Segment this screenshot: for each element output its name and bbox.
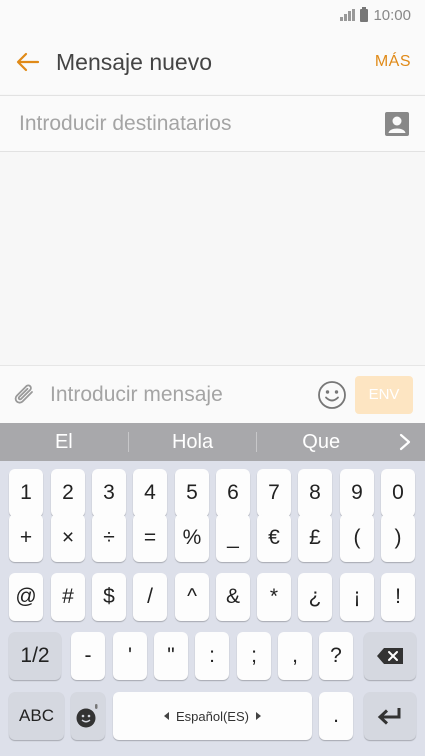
app-bar: Mensaje nuevo MÁS [0, 30, 425, 94]
emoji-mic-icon [76, 704, 98, 728]
backspace-key[interactable] [364, 632, 416, 680]
key[interactable]: 7 [257, 469, 291, 517]
abc-key[interactable]: ABC [9, 692, 64, 740]
key[interactable]: ; [237, 632, 271, 680]
key[interactable]: ^ [175, 573, 209, 621]
key[interactable]: , [278, 632, 312, 680]
key[interactable]: - [71, 632, 105, 680]
key[interactable]: ' [113, 632, 147, 680]
keyboard-row-bottom: ABC Español(ES) . [0, 692, 425, 740]
key[interactable]: 8 [298, 469, 332, 517]
keyboard-row-symbols-3: 1/2 - ' " : ; , ? [0, 632, 425, 680]
triangle-right-icon [255, 712, 261, 720]
backspace-icon [377, 648, 403, 664]
key[interactable]: _ [216, 514, 250, 562]
attach-button[interactable] [0, 382, 50, 408]
paperclip-icon [14, 384, 33, 404]
recipients-field[interactable]: Introducir destinatarios [0, 95, 425, 152]
suggestion-item[interactable]: El [0, 431, 128, 454]
key[interactable]: / [133, 573, 167, 621]
key[interactable]: @ [9, 573, 43, 621]
message-composer: Introducir mensaje ENV [0, 365, 425, 423]
key[interactable]: 2 [51, 469, 85, 517]
arrow-left-icon [16, 52, 40, 72]
key[interactable]: 0 [381, 469, 415, 517]
more-button[interactable]: MÁS [375, 53, 425, 71]
key[interactable]: 5 [175, 469, 209, 517]
key[interactable]: & [216, 573, 250, 621]
chevron-right-icon [399, 433, 411, 451]
key[interactable]: = [133, 514, 167, 562]
key[interactable]: € [257, 514, 291, 562]
status-bar: 10:00 [0, 0, 425, 30]
key[interactable]: ? [319, 632, 353, 680]
page-toggle-key[interactable]: 1/2 [9, 632, 61, 680]
key[interactable]: " [154, 632, 188, 680]
key[interactable]: $ [92, 573, 126, 621]
keyboard-row-numbers: 1 2 3 4 5 6 7 8 9 0 [0, 469, 425, 517]
triangle-left-icon [164, 712, 169, 720]
key[interactable]: + [9, 514, 43, 562]
signal-icon [340, 9, 356, 21]
key[interactable]: : [195, 632, 229, 680]
suggestion-item[interactable]: Que [257, 431, 385, 454]
key[interactable]: # [51, 573, 85, 621]
emoji-button[interactable] [313, 380, 351, 410]
key[interactable]: ! [381, 573, 415, 621]
key[interactable]: ¿ [298, 573, 332, 621]
keyboard: 1 2 3 4 5 6 7 8 9 0 + × ÷ = % _ € £ ( ) … [0, 461, 425, 756]
language-label: Español(ES) [176, 708, 249, 724]
keyboard-row-symbols-1: + × ÷ = % _ € £ ( ) [0, 514, 425, 562]
key[interactable]: ) [381, 514, 415, 562]
key[interactable]: £ [298, 514, 332, 562]
back-button[interactable] [0, 52, 56, 72]
status-time: 10:00 [373, 6, 411, 24]
keyboard-row-symbols-2: @ # $ / ^ & * ¿ ¡ ! [0, 573, 425, 621]
contacts-button[interactable] [369, 96, 425, 152]
key[interactable]: ¡ [340, 573, 374, 621]
key[interactable]: 4 [133, 469, 167, 517]
key[interactable]: × [51, 514, 85, 562]
battery-icon [360, 6, 369, 22]
emoji-key[interactable] [71, 692, 105, 740]
key[interactable]: 1 [9, 469, 43, 517]
language-indicator: Español(ES) [164, 709, 261, 724]
suggestion-item[interactable]: Hola [129, 431, 257, 454]
smiley-icon [318, 380, 346, 409]
key[interactable]: ( [340, 514, 374, 562]
suggestion-bar: El Hola Que [0, 423, 425, 461]
period-key[interactable]: . [319, 692, 353, 740]
contact-icon [385, 111, 409, 136]
key[interactable]: 9 [340, 469, 374, 517]
key[interactable]: ÷ [92, 514, 126, 562]
key[interactable]: 6 [216, 469, 250, 517]
enter-icon [377, 708, 401, 725]
key[interactable]: % [175, 514, 209, 562]
message-input[interactable]: Introducir mensaje [50, 383, 313, 407]
key[interactable]: 3 [92, 469, 126, 517]
key[interactable]: * [257, 573, 291, 621]
recipients-input[interactable]: Introducir destinatarios [19, 112, 369, 136]
enter-key[interactable] [364, 692, 416, 740]
page-title: Mensaje nuevo [56, 48, 212, 75]
space-language-key[interactable]: Español(ES) [113, 692, 312, 740]
expand-suggestions-button[interactable] [385, 433, 425, 451]
send-button[interactable]: ENV [355, 375, 413, 414]
